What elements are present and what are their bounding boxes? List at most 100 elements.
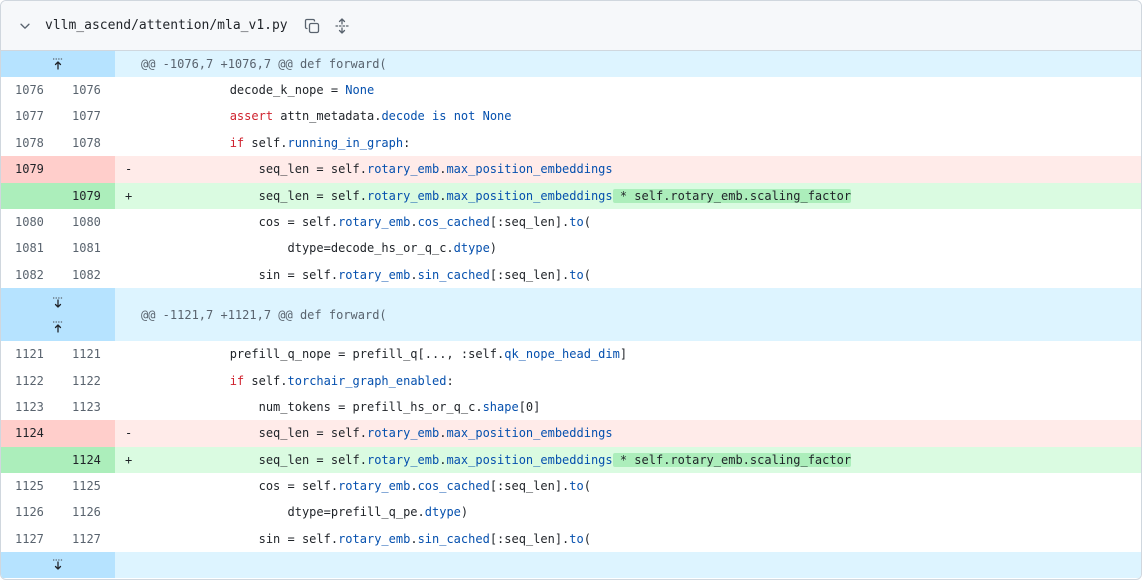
- new-line-number[interactable]: 1126: [58, 499, 115, 525]
- chevron-down-icon[interactable]: [17, 18, 33, 34]
- expand-up-button[interactable]: [1, 315, 115, 339]
- hunk-footer: [1, 552, 1141, 579]
- new-line-number[interactable]: 1080: [58, 209, 115, 235]
- diff-sign: [115, 368, 143, 394]
- diff-line: 1080 1080 cos = self.rotary_emb.cos_cache…: [1, 209, 1141, 235]
- old-line-number[interactable]: 1124: [1, 420, 58, 447]
- code-token: seq_len = self.: [143, 162, 367, 177]
- new-line-number[interactable]: 1076: [58, 77, 115, 103]
- code-token: sin = self.: [143, 531, 339, 546]
- diff-sign: [115, 473, 143, 499]
- diff-sign: +: [125, 452, 133, 467]
- new-line-number[interactable]: 1125: [58, 473, 115, 499]
- new-line-number[interactable]: 1077: [58, 103, 115, 129]
- code-token: [0]: [518, 399, 541, 414]
- hunk-lines: 1121 1121 prefill_q_nope = prefill_q[...,…: [1, 341, 1141, 552]
- new-line-number[interactable]: 1127: [58, 526, 115, 552]
- code-content: assert attn_metadata.decode is not None: [143, 103, 1141, 129]
- code-token: assert: [229, 109, 274, 124]
- hunk-gutter: [1, 552, 115, 579]
- code-content: sin = self.rotary_emb.sin_cached[:seq_le…: [143, 526, 1141, 552]
- code-token: dtype: [453, 241, 490, 256]
- new-line-number[interactable]: [58, 156, 115, 183]
- code-token: (: [583, 214, 591, 229]
- code-token: ]: [619, 347, 628, 362]
- code-token: max_position_embeddings: [446, 188, 613, 203]
- old-line-number[interactable]: 1126: [1, 499, 58, 525]
- code-token: [:seq_len].: [489, 479, 570, 494]
- code-token: (: [583, 479, 591, 494]
- code-token: =: [330, 83, 346, 97]
- diff-sign: [115, 77, 143, 103]
- new-line-number[interactable]: 1124: [58, 446, 115, 474]
- old-line-number[interactable]: 1121: [1, 341, 58, 367]
- code-token: dtype=prefill_q_pe.: [143, 505, 425, 520]
- old-line-number[interactable]: [1, 446, 58, 474]
- added-text-highlight: * self.rotary_emb.scaling_factor: [612, 452, 852, 467]
- diff-sign: [115, 130, 143, 156]
- old-line-number[interactable]: 1125: [1, 473, 58, 499]
- code-token: qk_nope_head_dim: [504, 347, 620, 362]
- hunk-gutter: [1, 288, 115, 342]
- new-line-number[interactable]: 1078: [58, 130, 115, 156]
- code-token: num_tokens = prefill_hs_or_q_c.: [143, 399, 483, 414]
- new-line-number[interactable]: 1123: [58, 394, 115, 420]
- new-line-number[interactable]: 1079: [58, 182, 115, 209]
- code-token: [:seq_len].: [489, 267, 570, 282]
- diff-line: 1076 1076 decode_k_nope = None: [1, 77, 1141, 103]
- code-content: dtype=prefill_q_pe.dtype): [143, 499, 1141, 525]
- new-line-number[interactable]: 1122: [58, 368, 115, 394]
- diff-sign: [115, 209, 143, 235]
- code-token: (: [583, 267, 591, 282]
- code-token: max_position_embeddings: [446, 452, 613, 467]
- old-line-number[interactable]: 1079: [1, 156, 58, 183]
- code-token: cos = self.: [143, 214, 339, 229]
- diff-line: 1082 1082 sin = self.rotary_emb.sin_cache…: [1, 262, 1141, 288]
- code-token: rotary_emb: [366, 452, 440, 467]
- code-token: None: [345, 83, 375, 97]
- code-token: max_position_embeddings: [446, 162, 613, 177]
- new-line-number[interactable]: 1082: [58, 262, 115, 288]
- code-content: cos = self.rotary_emb.cos_cached[:seq_le…: [143, 209, 1141, 235]
- new-line-number[interactable]: [58, 420, 115, 447]
- old-line-number[interactable]: 1077: [1, 103, 58, 129]
- code-token: rotary_emb: [338, 479, 411, 494]
- code-token: .: [410, 214, 418, 229]
- expand-down-button[interactable]: [1, 291, 115, 315]
- expand-down-button[interactable]: [1, 559, 115, 571]
- code-token: is not None: [432, 109, 512, 124]
- copy-icon[interactable]: [302, 16, 322, 36]
- old-line-number[interactable]: 1081: [1, 235, 58, 261]
- diff-sign: [115, 526, 143, 552]
- diff-line: 1121 1121 prefill_q_nope = prefill_q[...,…: [1, 341, 1141, 367]
- code-token: rotary_emb: [366, 188, 440, 203]
- old-line-number[interactable]: 1123: [1, 394, 58, 420]
- old-line-number[interactable]: 1076: [1, 77, 58, 103]
- old-line-number[interactable]: 1122: [1, 368, 58, 394]
- code-token: [:seq_len].: [489, 531, 570, 546]
- diff-sign: [115, 103, 143, 129]
- code-token: .: [410, 267, 418, 282]
- hunk-lines: 1076 1076 decode_k_nope = None 1077 1077 as…: [1, 77, 1141, 288]
- code-token: running_in_graph: [287, 135, 404, 150]
- old-line-number[interactable]: 1078: [1, 130, 58, 156]
- diff-sign: [115, 499, 143, 525]
- old-line-number[interactable]: 1127: [1, 526, 58, 552]
- old-line-number[interactable]: 1082: [1, 262, 58, 288]
- code-token: dtype: [424, 505, 461, 520]
- code-token: self.: [244, 373, 288, 388]
- code-token: rotary_emb: [338, 267, 411, 282]
- old-line-number[interactable]: [1, 182, 58, 209]
- code-token: if: [229, 135, 245, 150]
- new-line-number[interactable]: 1081: [58, 235, 115, 261]
- expand-up-button[interactable]: [1, 58, 115, 70]
- code-token: rotary_emb: [366, 162, 440, 177]
- unfold-icon[interactable]: [332, 16, 352, 36]
- old-line-number[interactable]: 1080: [1, 209, 58, 235]
- new-line-number[interactable]: 1121: [58, 341, 115, 367]
- file-path[interactable]: vllm_ascend/attention/mla_v1.py: [45, 18, 288, 33]
- diff-line: 1081 1081 dtype=decode_hs_or_q_c.dtype): [1, 235, 1141, 261]
